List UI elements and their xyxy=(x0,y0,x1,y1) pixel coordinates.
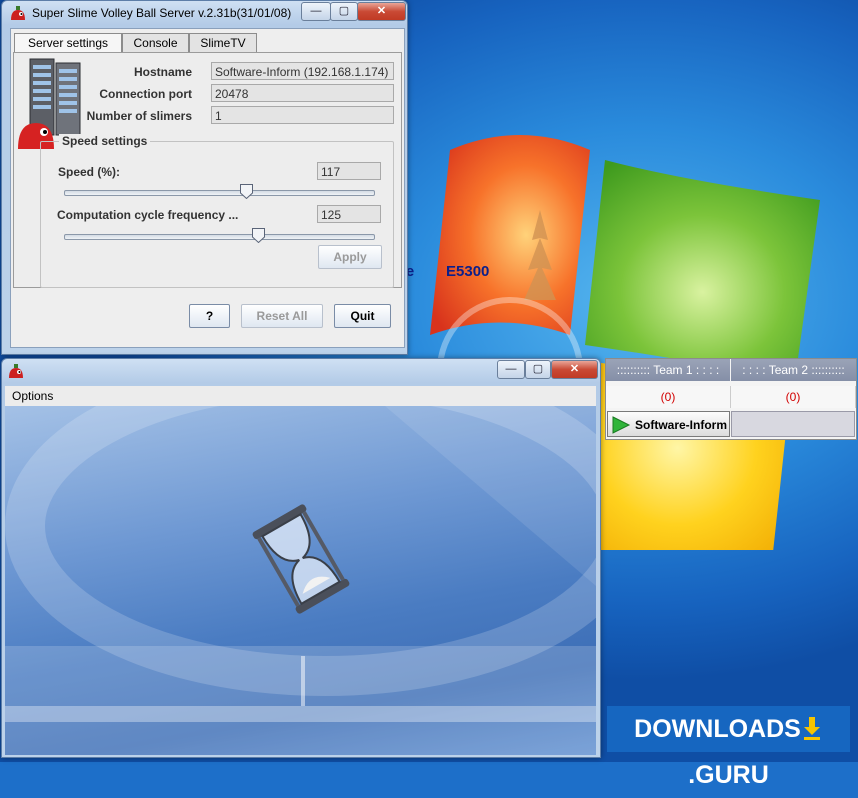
slime-app-icon xyxy=(9,364,23,378)
speed-settings-group: Speed settings Speed (%): 117 Computatio… xyxy=(40,134,394,288)
frequency-slider-thumb[interactable] xyxy=(252,228,266,243)
close-button[interactable]: ✕ xyxy=(551,360,598,379)
slime-app-icon xyxy=(11,6,25,20)
watermark-text-left: DOWNLOADS xyxy=(634,715,801,743)
game-canvas[interactable] xyxy=(5,406,596,755)
computation-frequency-field[interactable]: 125 xyxy=(317,205,381,223)
speed-slider-track[interactable] xyxy=(64,190,375,196)
tab-console[interactable]: Console xyxy=(122,33,189,53)
server-settings-panel: Hostname Software-Inform (192.168.1.174)… xyxy=(13,52,402,288)
computation-frequency-label: Computation cycle frequency ... xyxy=(57,208,239,222)
game-content: Options xyxy=(5,386,596,755)
menu-options[interactable]: Options xyxy=(12,389,53,403)
downloads-guru-watermark: DOWNLOADS .GURU xyxy=(607,706,850,789)
game-window: — ▢ ✕ Options xyxy=(1,358,601,758)
team2-player-slot xyxy=(731,411,855,437)
server-window-title: Super Slime Volley Ball Server v.2.31b(3… xyxy=(32,6,292,20)
minimize-button[interactable]: — xyxy=(301,2,331,21)
server-titlebar[interactable]: Super Slime Volley Ball Server v.2.31b(3… xyxy=(2,1,407,25)
tab-slimetv[interactable]: SlimeTV xyxy=(189,33,257,53)
reset-all-button[interactable]: Reset All xyxy=(241,304,323,328)
score-panel: :::::::::: Team 1 : : : : : : : : Team 2… xyxy=(605,358,857,440)
hostname-label: Hostname xyxy=(133,65,192,79)
play-arrow-icon xyxy=(612,416,631,434)
apply-button[interactable]: Apply xyxy=(318,245,382,269)
download-arrow-icon xyxy=(803,717,820,740)
hourglass-icon xyxy=(252,504,350,614)
team2-score: (0) xyxy=(731,386,856,408)
speed-slider-thumb[interactable] xyxy=(239,184,253,199)
connection-port-label: Connection port xyxy=(99,87,192,101)
game-titlebar[interactable]: — ▢ ✕ xyxy=(2,359,600,383)
team1-header: :::::::::: Team 1 : : : : xyxy=(606,359,730,381)
connection-port-field[interactable]: 20478 xyxy=(211,84,394,102)
close-button[interactable]: ✕ xyxy=(357,2,406,21)
maximize-button[interactable]: ▢ xyxy=(330,2,358,21)
quit-button[interactable]: Quit xyxy=(334,304,391,328)
help-button[interactable]: ? xyxy=(189,304,230,328)
server-content: Server settings Console SlimeTV Hostname… xyxy=(10,28,405,348)
desktop-cpu-text: E5300 xyxy=(446,263,490,280)
frequency-slider-track[interactable] xyxy=(64,234,375,240)
speed-settings-title: Speed settings xyxy=(59,134,151,148)
team2-header: : : : : Team 2 :::::::::: xyxy=(731,359,856,381)
team1-score: (0) xyxy=(606,386,731,408)
number-of-slimers-label: Number of slimers xyxy=(86,109,192,123)
server-window: Super Slime Volley Ball Server v.2.31b(3… xyxy=(1,0,408,355)
speed-label: Speed (%): xyxy=(58,165,121,179)
maximize-button[interactable]: ▢ xyxy=(525,360,551,379)
tab-server-settings[interactable]: Server settings xyxy=(14,33,122,53)
minimize-button[interactable]: — xyxy=(497,360,525,379)
number-of-slimers-field[interactable]: 1 xyxy=(211,106,394,124)
hostname-field[interactable]: Software-Inform (192.168.1.174) xyxy=(211,62,394,80)
speed-value-field[interactable]: 117 xyxy=(317,162,381,180)
menu-bar: Options xyxy=(5,386,596,406)
player-button[interactable]: Software-Inform xyxy=(607,411,730,437)
player-name: Software-Inform xyxy=(635,418,728,432)
watermark-text-right: .GURU xyxy=(688,761,769,789)
